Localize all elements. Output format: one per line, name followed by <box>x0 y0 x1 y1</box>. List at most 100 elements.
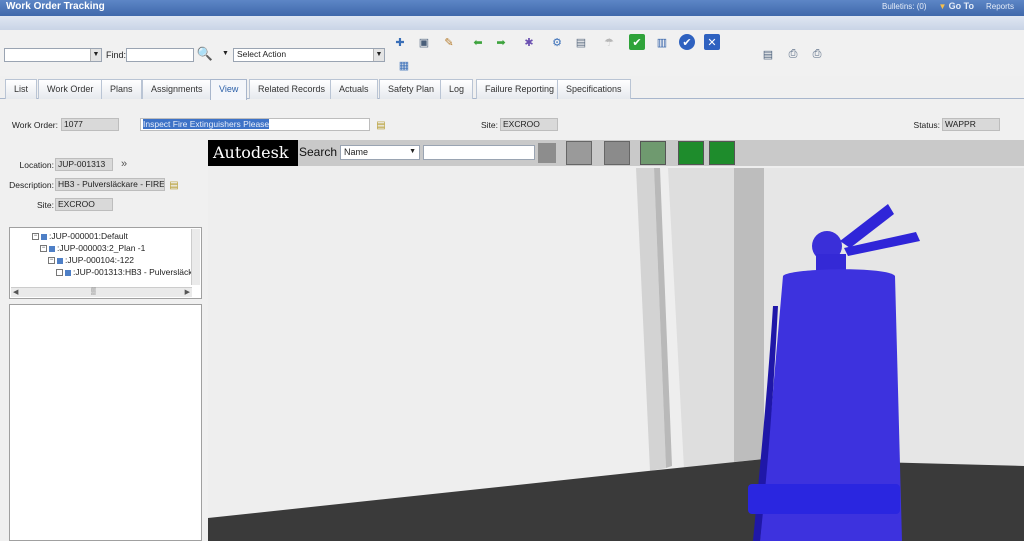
query-select[interactable]: ▼ <box>4 48 102 62</box>
find-label: Find: <box>106 50 127 60</box>
extinguisher-bracket <box>748 484 900 514</box>
chevron-down-icon: ▼ <box>373 49 384 61</box>
viewer-search-input[interactable] <box>423 145 535 160</box>
scroll-left-icon[interactable]: ◀ <box>13 288 18 296</box>
save-icon[interactable]: ▣ <box>416 34 432 50</box>
autodesk-logo-text: Autodesk <box>213 143 289 162</box>
autodesk-logo: Autodesk <box>208 140 298 166</box>
work-order-description-text: Inspect Fire Extinguishers Please <box>143 119 270 129</box>
search-by-select[interactable]: Name ▼ <box>340 145 420 160</box>
chevron-down-icon: ▼ <box>90 49 101 61</box>
long-description-icon[interactable]: ▤ <box>166 177 182 193</box>
chevron-down-icon: ▼ <box>409 148 416 155</box>
viewer-search-label: Search <box>299 145 338 159</box>
edit-icon[interactable]: ✎ <box>441 34 457 50</box>
site-label: Site: <box>480 120 498 130</box>
goto-menu[interactable]: ▼ Go To <box>939 1 974 11</box>
reports-link[interactable]: Reports <box>986 2 1014 11</box>
tab-safety-plan[interactable]: Safety Plan <box>379 79 444 99</box>
leaf-icon <box>56 269 63 277</box>
tree-node[interactable]: −:JUP-000001:Default <box>32 231 128 241</box>
workflow-icon[interactable]: ✱ <box>521 34 537 50</box>
approve-icon[interactable]: ✔ <box>679 34 695 50</box>
goto-icon: ▼ <box>938 2 947 11</box>
isolate-icon[interactable] <box>604 141 630 165</box>
new-record-icon[interactable]: ✚ <box>392 34 408 50</box>
check-icon[interactable]: ✔ <box>629 34 645 50</box>
site-field[interactable]: EXCROO <box>500 118 558 131</box>
tree-node[interactable]: :JUP-001313:HB3 - Pulversläck <box>56 267 192 277</box>
collapse-icon[interactable]: − <box>40 245 47 253</box>
site-field[interactable]: EXCROO <box>55 198 113 211</box>
wall-recess <box>734 168 764 462</box>
import-icon[interactable] <box>709 141 735 165</box>
node-icon <box>57 257 63 264</box>
description-field[interactable]: HB3 - Pulversläckare - FIRE E <box>55 178 165 191</box>
next-icon[interactable]: ➡ <box>493 34 509 50</box>
tab-view[interactable]: View <box>210 79 248 100</box>
collapse-icon[interactable]: − <box>32 233 39 241</box>
site-label: Site: <box>36 200 54 210</box>
status-field[interactable]: WAPPR <box>942 118 1000 131</box>
model-scene <box>208 166 1024 541</box>
location-label: Location: <box>19 160 55 170</box>
report-icon[interactable]: ▤ <box>760 46 776 62</box>
previous-icon[interactable]: ⬅ <box>470 34 486 50</box>
route-icon[interactable]: ⚙ <box>549 34 565 50</box>
show-all-icon[interactable] <box>640 141 666 165</box>
model-viewer[interactable] <box>208 166 1024 541</box>
search-by-value: Name <box>344 147 369 157</box>
toolbar: ▼ Find: 🔍 ▼ Select Action ▼ ✚ ▣ ✎ ⬅ ➡ ✱ … <box>0 30 1024 76</box>
bulletins-link[interactable]: Bulletins: (0) <box>882 2 926 11</box>
collapse-icon[interactable]: − <box>48 257 55 265</box>
tab-work-order[interactable]: Work Order <box>38 79 103 99</box>
tab-related-records[interactable]: Related Records <box>249 79 335 99</box>
work-order-label: Work Order: <box>11 120 58 130</box>
action-arrow-icon[interactable]: ▼ <box>222 50 229 57</box>
tree-node-label: :JUP-001313:HB3 - Pulversläck <box>73 267 192 277</box>
tab-actuals[interactable]: Actuals <box>330 79 378 99</box>
export-icon[interactable] <box>678 141 704 165</box>
location-field[interactable]: JUP-001313 <box>55 158 113 171</box>
work-order-field[interactable]: 1077 <box>61 118 119 131</box>
detail-menu-icon[interactable]: » <box>116 156 132 172</box>
search-model-icon[interactable] <box>538 143 556 163</box>
tab-specifications[interactable]: Specifications <box>557 79 631 99</box>
tab-list[interactable]: List <box>5 79 38 99</box>
close-icon[interactable]: ✕ <box>704 34 720 50</box>
tab-log[interactable]: Log <box>440 79 474 99</box>
select-action-dropdown[interactable]: Select Action ▼ <box>233 48 385 62</box>
scroll-right-icon[interactable]: ▶ <box>185 288 190 296</box>
app-title: Work Order Tracking <box>6 1 105 12</box>
find-input[interactable] <box>126 48 194 62</box>
tab-plans[interactable]: Plans <box>101 79 142 99</box>
tab-assignments[interactable]: Assignments <box>142 79 212 99</box>
status-label: Status: <box>913 120 940 130</box>
tab-failure-reporting[interactable]: Failure Reporting <box>476 79 564 99</box>
print-preview-icon[interactable]: ⎙ <box>809 46 825 62</box>
bookmark-icon[interactable]: ☂ <box>601 34 617 50</box>
scroll-thumb[interactable]: ▒ <box>91 288 96 295</box>
tree-node[interactable]: − :JUP-000003:2_Plan -1 <box>40 243 145 253</box>
work-order-description-field[interactable]: Inspect Fire Extinguishers Please <box>140 118 370 131</box>
tree-node-label: :JUP-000003:2_Plan -1 <box>57 243 146 253</box>
description-label: Description: <box>9 180 54 190</box>
long-description-icon[interactable]: ▤ <box>373 117 389 133</box>
title-bar: Work Order Tracking Bulletins: (0) ▼ Go … <box>0 0 1024 16</box>
zoom-selected-icon[interactable] <box>566 141 592 165</box>
details-panel <box>9 304 202 541</box>
viewer-toolbar: Autodesk Search Name ▼ <box>208 140 1024 166</box>
node-icon <box>65 269 71 276</box>
node-icon <box>49 245 55 252</box>
chart-icon[interactable]: ▥ <box>654 34 670 50</box>
header-band <box>0 16 1024 30</box>
horizontal-scrollbar[interactable]: ◀ ▒ ▶ <box>11 287 192 297</box>
search-icon[interactable]: 🔍 <box>197 46 213 62</box>
tree-node[interactable]: −:JUP-000104:-122 <box>48 255 134 265</box>
print-icon[interactable]: ⎙ <box>785 46 801 62</box>
header-links: Bulletins: (0) ▼ Go To Reports <box>882 1 1014 11</box>
tab-strip: List Work Order Plans Assignments View R… <box>0 77 1024 100</box>
attachment-icon[interactable]: ▦ <box>396 57 412 73</box>
vertical-scrollbar[interactable] <box>191 229 200 285</box>
view-history-icon[interactable]: ▤ <box>573 34 589 50</box>
